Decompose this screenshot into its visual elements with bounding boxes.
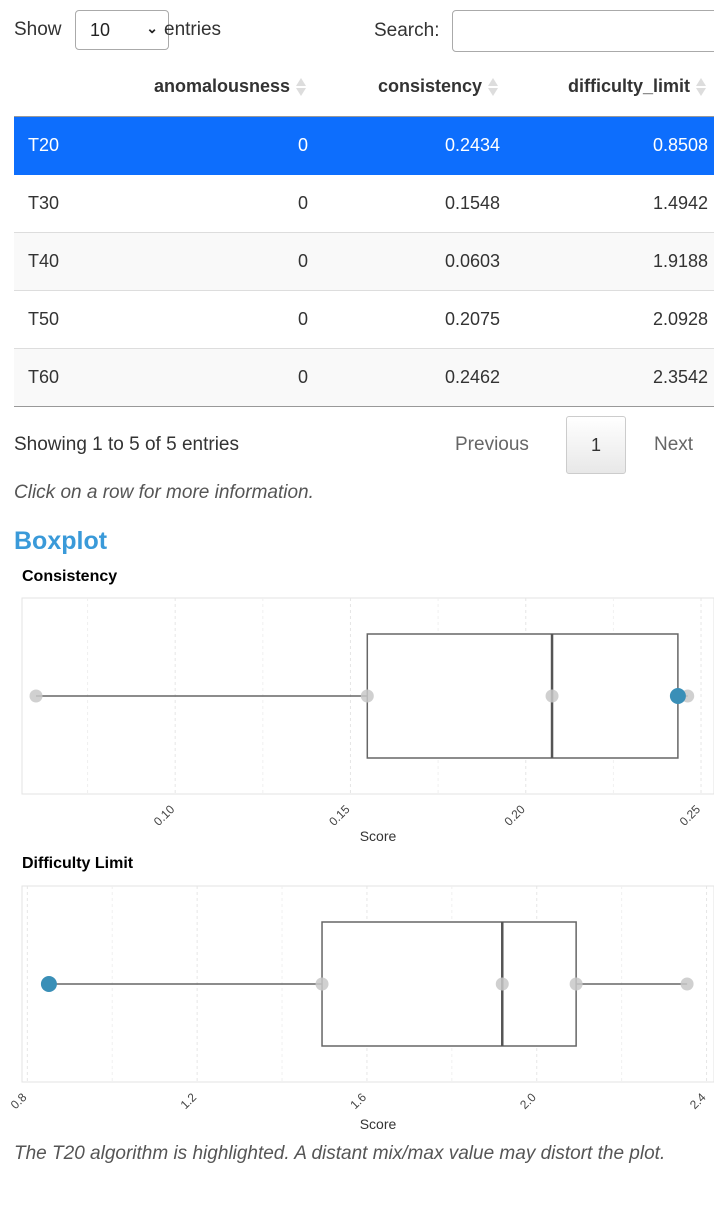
cell-name: T50 <box>14 290 117 349</box>
data-point <box>360 689 374 703</box>
cell-anomalousness: 0 <box>117 174 314 233</box>
cell-difficulty-limit: 1.4942 <box>506 174 714 233</box>
sort-icon <box>296 76 306 98</box>
cell-consistency: 0.2075 <box>314 290 506 349</box>
cell-difficulty-limit: 1.9188 <box>506 232 714 291</box>
cell-name: T60 <box>14 348 117 407</box>
cell-anomalousness: 0 <box>117 290 314 349</box>
column-header-difficulty-limit[interactable]: difficulty_limit <box>506 58 714 117</box>
data-point <box>569 977 583 991</box>
x-axis-title: Score <box>360 1116 397 1132</box>
cell-name: T30 <box>14 174 117 233</box>
x-tick-label: 2.0 <box>517 1090 539 1112</box>
x-tick-label: 2.4 <box>687 1090 709 1112</box>
row-click-hint: Click on a row for more information. <box>14 482 314 503</box>
cell-difficulty-limit: 2.3542 <box>506 348 714 407</box>
table-row[interactable]: T40 0 0.0603 1.9188 <box>14 232 714 291</box>
column-header-consistency[interactable]: consistency <box>314 58 506 117</box>
table-info: Showing 1 to 5 of 5 entries <box>14 434 239 455</box>
section-title: Boxplot <box>14 527 108 555</box>
table-row[interactable]: T20 0 0.2434 0.8508 <box>14 116 714 175</box>
table-controls: Show 10 ⌄ entries Search: <box>14 8 714 52</box>
table-row[interactable]: T30 0 0.1548 1.4942 <box>14 174 714 233</box>
page-1-button[interactable]: 1 <box>566 416 626 474</box>
plot-caption: The T20 algorithm is highlighted. A dist… <box>14 1143 666 1164</box>
cell-anomalousness: 0 <box>117 348 314 407</box>
cell-name: T20 <box>14 116 117 175</box>
data-table: anomalousness consistency difficulty_lim… <box>14 58 714 407</box>
data-point <box>29 689 43 703</box>
x-axis-title: Score <box>360 828 397 844</box>
show-label: Show <box>14 19 62 40</box>
cell-consistency: 0.0603 <box>314 232 506 291</box>
data-point <box>495 977 509 991</box>
cell-difficulty-limit: 0.8508 <box>506 116 714 175</box>
cell-anomalousness: 0 <box>117 232 314 291</box>
highlighted-point <box>669 688 686 704</box>
x-tick-label: 0.15 <box>326 802 353 829</box>
cell-name: T40 <box>14 232 117 291</box>
data-point <box>680 977 694 991</box>
x-tick-label: 1.6 <box>347 1090 369 1112</box>
table-row[interactable]: T60 0 0.2462 2.3542 <box>14 348 714 407</box>
search-label: Search: <box>374 20 440 41</box>
iqr-box <box>321 921 577 1047</box>
table-header-row: anomalousness consistency difficulty_lim… <box>14 58 714 117</box>
chevron-down-icon: ⌄ <box>146 20 158 36</box>
cell-anomalousness: 0 <box>117 116 314 175</box>
cell-difficulty-limit: 2.0928 <box>506 290 714 349</box>
previous-button[interactable]: Previous <box>455 434 529 456</box>
table-row[interactable]: T50 0 0.2075 2.0928 <box>14 290 714 349</box>
x-tick-label: 1.2 <box>178 1090 200 1112</box>
x-tick-label: 0.8 <box>8 1090 30 1112</box>
entries-select[interactable]: 10 ⌄ <box>75 10 169 50</box>
sort-icon <box>696 76 706 98</box>
entries-label: entries <box>164 19 222 40</box>
data-point <box>315 977 329 991</box>
cell-consistency: 0.2462 <box>314 348 506 407</box>
x-tick-label: 0.25 <box>677 802 704 829</box>
x-tick-label: 0.20 <box>501 802 528 829</box>
chart-title: Consistency <box>22 568 118 585</box>
search-input[interactable] <box>452 10 714 52</box>
next-button[interactable]: Next <box>654 434 693 456</box>
sort-icon <box>488 76 498 98</box>
consistency-boxplot: 0.10 0.15 0.20 0.25 Score <box>21 597 714 844</box>
difficulty-limit-boxplot: 0.8 1.2 1.6 2.0 2.4 Score <box>8 885 714 1132</box>
column-header-name[interactable] <box>14 58 117 117</box>
cell-consistency: 0.1548 <box>314 174 506 233</box>
iqr-box <box>366 633 679 759</box>
data-point <box>545 689 559 703</box>
chart-title: Difficulty Limit <box>22 855 134 872</box>
column-header-anomalousness[interactable]: anomalousness <box>117 58 314 117</box>
x-tick-label: 0.10 <box>151 802 178 829</box>
cell-consistency: 0.2434 <box>314 116 506 175</box>
highlighted-point <box>40 976 57 992</box>
entries-select-value: 10 <box>90 20 111 40</box>
